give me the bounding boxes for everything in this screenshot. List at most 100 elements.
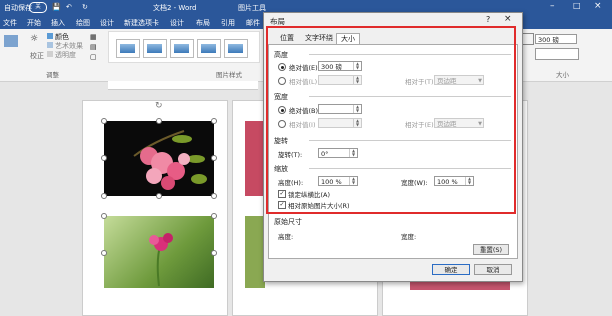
picture-style-1[interactable] (116, 39, 140, 58)
compress-icon[interactable]: ▦ (90, 33, 97, 41)
art-effects-icon (47, 42, 53, 48)
scale-height-input[interactable]: 100 % ▲ ▼ (318, 176, 358, 186)
height-section-label: 高度 (274, 51, 288, 59)
restore-icon[interactable]: □ (573, 1, 581, 10)
chevron-down-icon: ▼ (478, 78, 482, 84)
tab-mailings[interactable]: 邮件 (246, 18, 260, 28)
resize-handle-n[interactable] (156, 118, 162, 124)
tab-file[interactable]: 文件 (3, 18, 17, 28)
resize-handle-e[interactable] (211, 155, 217, 161)
dialog-title: 布局 (270, 17, 285, 26)
width-relative-radio[interactable] (278, 120, 286, 128)
width-absolute-radio[interactable] (278, 106, 286, 114)
relative-original-checkbox[interactable]: ✓ (278, 201, 286, 209)
save-icon[interactable]: 💾 (52, 3, 61, 11)
tab-references[interactable]: 引用 (221, 18, 235, 28)
chevron-down-icon: ▼ (478, 121, 482, 127)
resize-handle-sw[interactable] (101, 193, 107, 199)
ribbon-height-field[interactable]: 300 磅 (535, 34, 577, 44)
page2-picture-bottom[interactable] (245, 216, 265, 288)
height-relative-to-value: 页边距 (437, 77, 457, 85)
resize-handle-nw[interactable] (101, 118, 107, 124)
scale-width-spinner-icon[interactable]: ▲ ▼ (465, 177, 473, 185)
height-absolute-input[interactable]: 300 磅 ▲ ▼ (318, 61, 362, 71)
picture-style-4[interactable] (197, 39, 221, 58)
height-absolute-value: 300 磅 (321, 63, 342, 71)
width-relative-input[interactable]: ▲ ▼ (318, 118, 362, 128)
rotate-value: 0° (321, 150, 329, 158)
tab-design[interactable]: 设计 (100, 18, 114, 28)
height-relative-to-label: 相对于(T) (405, 78, 434, 86)
ribbon-width-field[interactable] (535, 48, 579, 60)
transparency-button[interactable]: 透明度 (55, 50, 76, 60)
change-picture-icon[interactable]: ▤ (90, 43, 97, 51)
resize-handle-w[interactable] (101, 155, 107, 161)
autosave-toggle[interactable]: 关 (29, 2, 47, 13)
scale-height-spinner-icon[interactable]: ▲ ▼ (349, 177, 357, 185)
picture2-handle-ne[interactable] (211, 213, 217, 219)
tab-layout[interactable]: 布局 (196, 18, 210, 28)
scale-section-label: 缩放 (274, 165, 288, 173)
height-relative-spinner-icon[interactable]: ▲ ▼ (353, 76, 361, 84)
undo-icon[interactable]: ↶ (66, 3, 72, 11)
reset-button[interactable]: 重置(S) (473, 244, 509, 255)
width-absolute-input[interactable]: ▲ ▼ (318, 104, 362, 114)
height-relative-input[interactable]: ▲ ▼ (318, 75, 362, 85)
picture2-handle-e[interactable] (211, 250, 217, 256)
rotate-section-label: 旋转 (274, 137, 288, 145)
original-size-section-label: 原始尺寸 (274, 218, 302, 226)
width-absolute-spinner-icon[interactable]: ▲ ▼ (353, 105, 361, 113)
close-window-icon[interactable]: × (594, 1, 602, 11)
dialog-close-icon[interactable]: × (504, 14, 512, 24)
help-icon[interactable]: ? (486, 15, 490, 24)
tab-design-2[interactable]: 设计 (170, 18, 184, 28)
picture-style-5[interactable] (224, 39, 248, 58)
horizontal-ruler (108, 81, 258, 90)
resize-handle-ne[interactable] (211, 118, 217, 124)
tab-insert[interactable]: 插入 (51, 18, 65, 28)
redo-icon[interactable]: ↻ (82, 3, 88, 11)
width-separator (309, 96, 511, 97)
rotate-label: 旋转(T): (278, 151, 303, 159)
height-absolute-spinner-icon[interactable]: ▲ ▼ (353, 62, 361, 70)
width-relative-to-select[interactable]: 页边距 ▼ (434, 118, 484, 128)
picture2-handle-w[interactable] (101, 250, 107, 256)
rotate-spinner-icon[interactable]: ▲ ▼ (349, 149, 357, 157)
width-relative-label: 相对值(I) (289, 121, 316, 129)
rotate-handle-icon[interactable]: ↻ (155, 101, 163, 111)
height-relative-label: 相对值(L) (289, 78, 318, 86)
rotate-input[interactable]: 0° ▲ ▼ (318, 148, 358, 158)
picture-style-2[interactable] (143, 39, 167, 58)
selected-picture[interactable] (104, 121, 214, 196)
picture2-handle-nw[interactable] (101, 213, 107, 219)
minimize-icon[interactable]: – (550, 1, 555, 11)
scale-width-label: 宽度(W): (401, 179, 428, 187)
tab-position[interactable]: 位置 (276, 33, 298, 44)
original-width-label: 宽度: (401, 233, 417, 241)
tab-home[interactable]: 开始 (27, 18, 41, 28)
document-title: 文档2 - Word (153, 4, 197, 12)
height-absolute-radio[interactable] (278, 63, 286, 71)
scale-separator (309, 168, 511, 169)
second-picture[interactable] (104, 216, 214, 288)
reset-picture-icon[interactable]: ▢ (90, 53, 97, 61)
lock-aspect-checkbox[interactable]: ✓ (278, 190, 286, 198)
tab-new[interactable]: 新建选项卡 (124, 18, 159, 28)
resize-handle-se[interactable] (211, 193, 217, 199)
ok-button[interactable]: 确定 (432, 264, 470, 275)
cancel-button[interactable]: 取消 (474, 264, 512, 275)
resize-handle-s[interactable] (156, 193, 162, 199)
tab-text-wrapping[interactable]: 文字环绕 (301, 33, 337, 44)
height-relative-radio[interactable] (278, 77, 286, 85)
remove-background-icon[interactable] (4, 35, 18, 47)
correction-label[interactable]: 校正 (30, 51, 44, 61)
width-absolute-label: 绝对值(B) (289, 107, 319, 115)
picture-style-3[interactable] (170, 39, 194, 58)
tab-draw[interactable]: 绘图 (76, 18, 90, 28)
width-relative-spinner-icon[interactable]: ▲ ▼ (353, 119, 361, 127)
width-relative-to-value: 页边距 (437, 120, 457, 128)
correction-icon[interactable]: ☼ (30, 34, 38, 44)
height-relative-to-select[interactable]: 页边距 ▼ (434, 75, 484, 85)
scale-width-input[interactable]: 100 % ▲ ▼ (434, 176, 474, 186)
page2-picture-top[interactable] (245, 121, 265, 196)
